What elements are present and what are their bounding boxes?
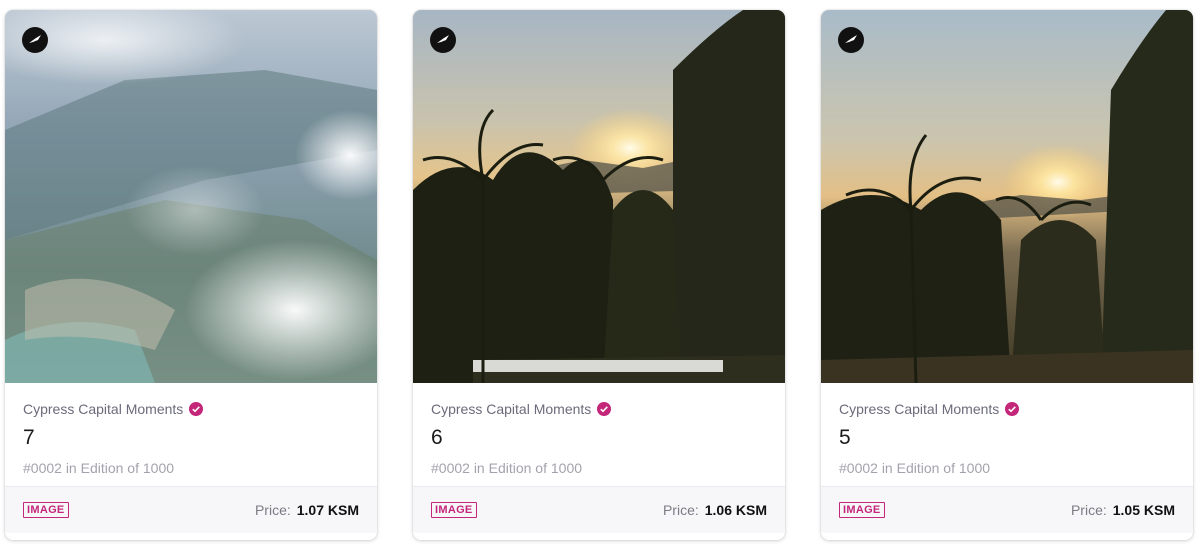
edition-info: #0002 in Edition of 1000: [23, 460, 175, 476]
price-value: 1.06 KSM: [704, 502, 767, 518]
verified-check-icon: [1005, 402, 1020, 416]
collection-name[interactable]: Cypress Capital Moments: [839, 401, 1175, 417]
price: Price: 1.07 KSM: [255, 502, 359, 518]
nft-image[interactable]: [821, 10, 1193, 383]
verified-check-icon: [189, 402, 204, 416]
price-value: 1.07 KSM: [296, 502, 359, 518]
price: Price: 1.06 KSM: [663, 502, 767, 518]
card-footer: IMAGE Price: 1.07 KSM: [5, 486, 377, 533]
bird-icon[interactable]: [22, 27, 48, 53]
media-type-badge: IMAGE: [839, 502, 885, 518]
media-type-badge: IMAGE: [431, 502, 477, 518]
nft-card[interactable]: Cypress Capital Moments 5 #0002 in Editi…: [821, 10, 1193, 540]
bird-icon[interactable]: [838, 27, 864, 53]
nft-title[interactable]: 7: [23, 426, 359, 450]
sunset-palms-image: [413, 10, 785, 383]
media-type-badge: IMAGE: [23, 502, 69, 518]
price: Price: 1.05 KSM: [1071, 502, 1175, 518]
collection-label: Cypress Capital Moments: [23, 401, 184, 417]
collection-name[interactable]: Cypress Capital Moments: [23, 401, 359, 417]
nft-card[interactable]: Cypress Capital Moments 7 #0002 in Editi…: [5, 10, 377, 540]
nft-title[interactable]: 5: [839, 426, 1175, 450]
aerial-clouds-image: [5, 10, 377, 383]
collection-label: Cypress Capital Moments: [839, 401, 1000, 417]
collection-name[interactable]: Cypress Capital Moments: [431, 401, 767, 417]
nft-title[interactable]: 6: [431, 426, 767, 450]
price-value: 1.05 KSM: [1112, 502, 1175, 518]
collection-label: Cypress Capital Moments: [431, 401, 592, 417]
nft-image[interactable]: [413, 10, 785, 383]
verified-check-icon: [597, 402, 612, 416]
price-label: Price:: [662, 502, 699, 518]
card-footer: IMAGE Price: 1.06 KSM: [413, 486, 785, 533]
card-footer: IMAGE Price: 1.05 KSM: [821, 486, 1193, 533]
bird-icon[interactable]: [430, 27, 456, 53]
edition-info: #0002 in Edition of 1000: [431, 460, 583, 476]
price-label: Price:: [254, 502, 291, 518]
nft-card[interactable]: Cypress Capital Moments 6 #0002 in Editi…: [413, 10, 785, 540]
sunset-palms-image: [821, 10, 1193, 383]
price-label: Price:: [1070, 502, 1107, 518]
nft-image[interactable]: [5, 10, 377, 383]
edition-info: #0002 in Edition of 1000: [839, 460, 991, 476]
